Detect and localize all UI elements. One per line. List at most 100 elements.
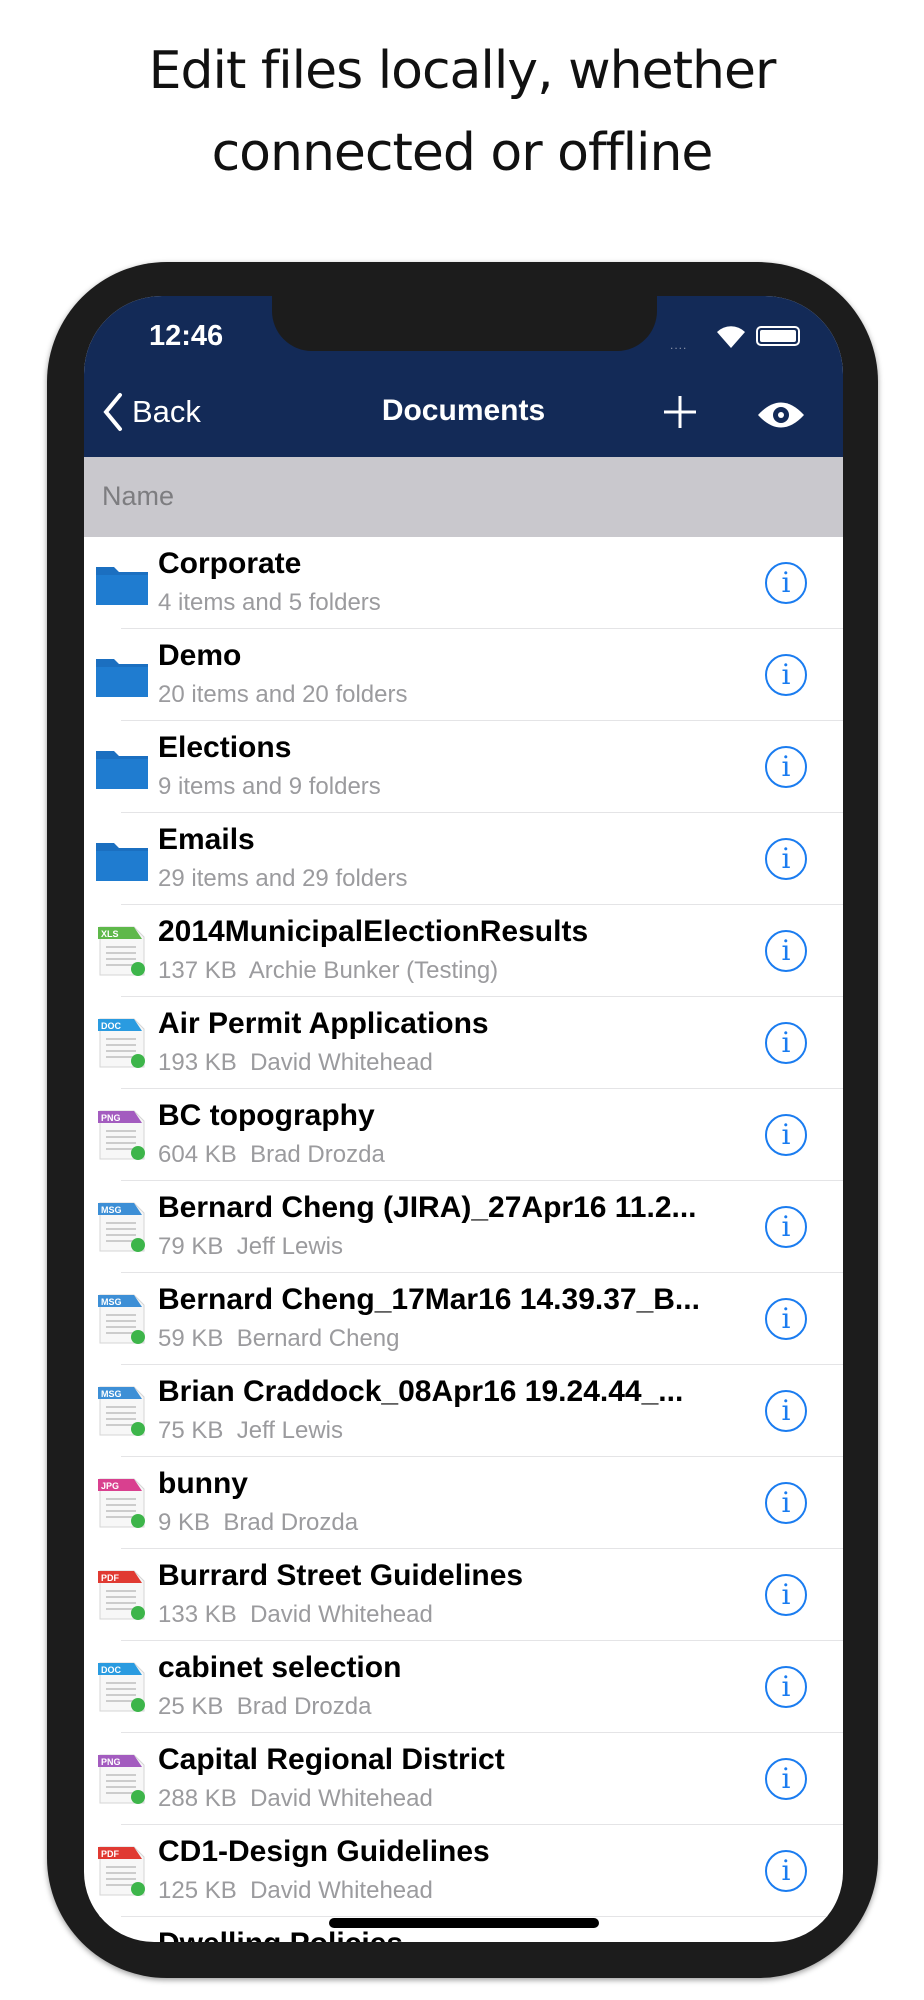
eye-icon[interactable] xyxy=(756,400,806,430)
info-icon[interactable]: i xyxy=(765,1574,807,1616)
svg-text:DOC: DOC xyxy=(101,1021,122,1031)
navigation-bar: 12:46 .... Back Documents xyxy=(84,296,843,457)
svg-text:PDF: PDF xyxy=(101,1573,120,1583)
headline-line-1: Edit files locally, whether xyxy=(148,41,777,101)
info-icon[interactable]: i xyxy=(765,1758,807,1800)
item-details: 9 KB Brad Drozda xyxy=(158,1509,359,1536)
info-icon[interactable]: i xyxy=(765,1022,807,1064)
file-row[interactable]: MSG Brian Craddock_08Apr16 19.24.44_... 75… xyxy=(84,1365,843,1457)
synced-status-icon xyxy=(131,1054,145,1068)
svg-text:XLS: XLS xyxy=(101,929,119,939)
phone-screen: 12:46 .... Back Documents Name Corporate… xyxy=(84,296,843,1942)
folder-row[interactable]: Emails 29 items and 29 folders i xyxy=(84,813,843,905)
file-row[interactable]: PDF CD1-Design Guidelines 125 KB David Whi… xyxy=(84,1825,843,1917)
synced-status-icon xyxy=(131,962,145,976)
item-details: 288 KB David Whitehead xyxy=(158,1785,433,1812)
item-name: Emails xyxy=(158,823,255,856)
item-name: Air Permit Applications xyxy=(158,1007,489,1040)
back-button[interactable]: Back xyxy=(102,392,201,432)
svg-text:DOC: DOC xyxy=(101,1665,122,1675)
battery-icon xyxy=(756,326,800,346)
svg-text:MSG: MSG xyxy=(101,1297,122,1307)
jpg-file-icon: JPG xyxy=(98,1478,145,1528)
item-details: 25 KB Brad Drozda xyxy=(158,1693,372,1720)
item-name: Corporate xyxy=(158,547,302,580)
item-name: bunny xyxy=(158,1467,248,1500)
plus-icon[interactable] xyxy=(662,394,698,430)
xls-file-icon: XLS xyxy=(98,926,145,976)
svg-text:PNG: PNG xyxy=(101,1113,121,1123)
pdf-file-icon: PDF xyxy=(98,1570,145,1620)
folder-row[interactable]: Elections 9 items and 9 folders i xyxy=(84,721,843,813)
item-details: 193 KB David Whitehead xyxy=(158,1049,433,1076)
info-icon[interactable]: i xyxy=(765,1390,807,1432)
item-name: Dwelling Policies xyxy=(158,1927,738,1942)
item-name: BC topography xyxy=(158,1099,375,1132)
info-icon[interactable]: i xyxy=(765,1298,807,1340)
info-icon[interactable]: i xyxy=(765,838,807,880)
synced-status-icon xyxy=(131,1698,145,1712)
info-icon[interactable]: i xyxy=(765,654,807,696)
doc-file-icon: DOC xyxy=(98,1662,145,1712)
home-indicator[interactable] xyxy=(329,1918,599,1928)
svg-text:PDF: PDF xyxy=(101,1849,120,1859)
file-row[interactable]: MSG Bernard Cheng (JIRA)_27Apr16 11.2... 7… xyxy=(84,1181,843,1273)
file-row[interactable]: DOC Air Permit Applications 193 KB David W… xyxy=(84,997,843,1089)
back-label: Back xyxy=(132,394,201,429)
info-icon[interactable]: i xyxy=(765,1482,807,1524)
svg-text:PNG: PNG xyxy=(101,1757,121,1767)
item-name: Burrard Street Guidelines xyxy=(158,1559,524,1592)
item-details: 125 KB David Whitehead xyxy=(158,1877,433,1904)
info-icon[interactable]: i xyxy=(765,1114,807,1156)
file-list: Corporate 4 items and 5 folders i Demo 20 it… xyxy=(84,537,843,1942)
headline-line-2: connected or offline xyxy=(211,123,714,183)
item-details: 604 KB Brad Drozda xyxy=(158,1141,385,1168)
file-row[interactable]: XLS 2014MunicipalElectionResults 137 KB Ar… xyxy=(84,905,843,997)
folder-icon xyxy=(96,567,148,605)
synced-status-icon xyxy=(131,1330,145,1344)
msg-file-icon: MSG xyxy=(98,1386,145,1436)
synced-status-icon xyxy=(131,1882,145,1896)
synced-status-icon xyxy=(131,1146,145,1160)
item-details: 133 KB David Whitehead xyxy=(158,1601,433,1628)
file-row[interactable]: PDF Burrard Street Guidelines 133 KB David… xyxy=(84,1549,843,1641)
folder-icon xyxy=(96,751,148,789)
file-row[interactable]: MSG Bernard Cheng_17Mar16 14.39.37_B... 59… xyxy=(84,1273,843,1365)
folder-row[interactable]: Demo 20 items and 20 folders i xyxy=(84,629,843,721)
column-header-name[interactable]: Name xyxy=(84,457,843,537)
item-details: 59 KB Bernard Cheng xyxy=(158,1325,400,1352)
synced-status-icon xyxy=(131,1606,145,1620)
synced-status-icon xyxy=(131,1514,145,1528)
item-name: Demo xyxy=(158,639,242,672)
item-details: 75 KB Jeff Lewis xyxy=(158,1417,343,1444)
svg-text:MSG: MSG xyxy=(101,1205,122,1215)
png-file-icon: PNG xyxy=(98,1754,145,1804)
png-file-icon: PNG xyxy=(98,1110,145,1160)
item-name: Bernard Cheng (JIRA)_27Apr16 11.2... xyxy=(158,1191,697,1224)
doc-file-icon: DOC xyxy=(98,1018,145,1068)
item-name: 2014MunicipalElectionResults xyxy=(158,915,589,948)
synced-status-icon xyxy=(131,1790,145,1804)
info-icon[interactable]: i xyxy=(765,746,807,788)
item-details: 9 items and 9 folders xyxy=(158,773,381,800)
info-icon[interactable]: i xyxy=(765,1206,807,1248)
item-details: 137 KB Archie Bunker (Testing) xyxy=(158,957,499,984)
svg-text:MSG: MSG xyxy=(101,1389,122,1399)
item-details: 20 items and 20 folders xyxy=(158,681,408,708)
item-details: 4 items and 5 folders xyxy=(158,589,381,616)
file-row[interactable]: PNG BC topography 604 KB Brad Drozda i xyxy=(84,1089,843,1181)
file-row[interactable]: JPG bunny 9 KB Brad Drozda i xyxy=(84,1457,843,1549)
info-icon[interactable]: i xyxy=(765,562,807,604)
signal-icon: .... xyxy=(670,338,688,352)
file-row[interactable]: PNG Capital Regional District 288 KB David… xyxy=(84,1733,843,1825)
item-details: 29 items and 29 folders xyxy=(158,865,408,892)
msg-file-icon: MSG xyxy=(98,1202,145,1252)
file-row[interactable]: DOC cabinet selection 25 KB Brad Drozda i xyxy=(84,1641,843,1733)
folder-row[interactable]: Corporate 4 items and 5 folders i xyxy=(84,537,843,629)
info-icon[interactable]: i xyxy=(765,1850,807,1892)
info-icon[interactable]: i xyxy=(765,930,807,972)
status-time: 12:46 xyxy=(149,320,224,352)
info-icon[interactable]: i xyxy=(765,1666,807,1708)
svg-text:JPG: JPG xyxy=(101,1481,119,1491)
headline: Edit files locally, whether connected or… xyxy=(0,30,924,194)
